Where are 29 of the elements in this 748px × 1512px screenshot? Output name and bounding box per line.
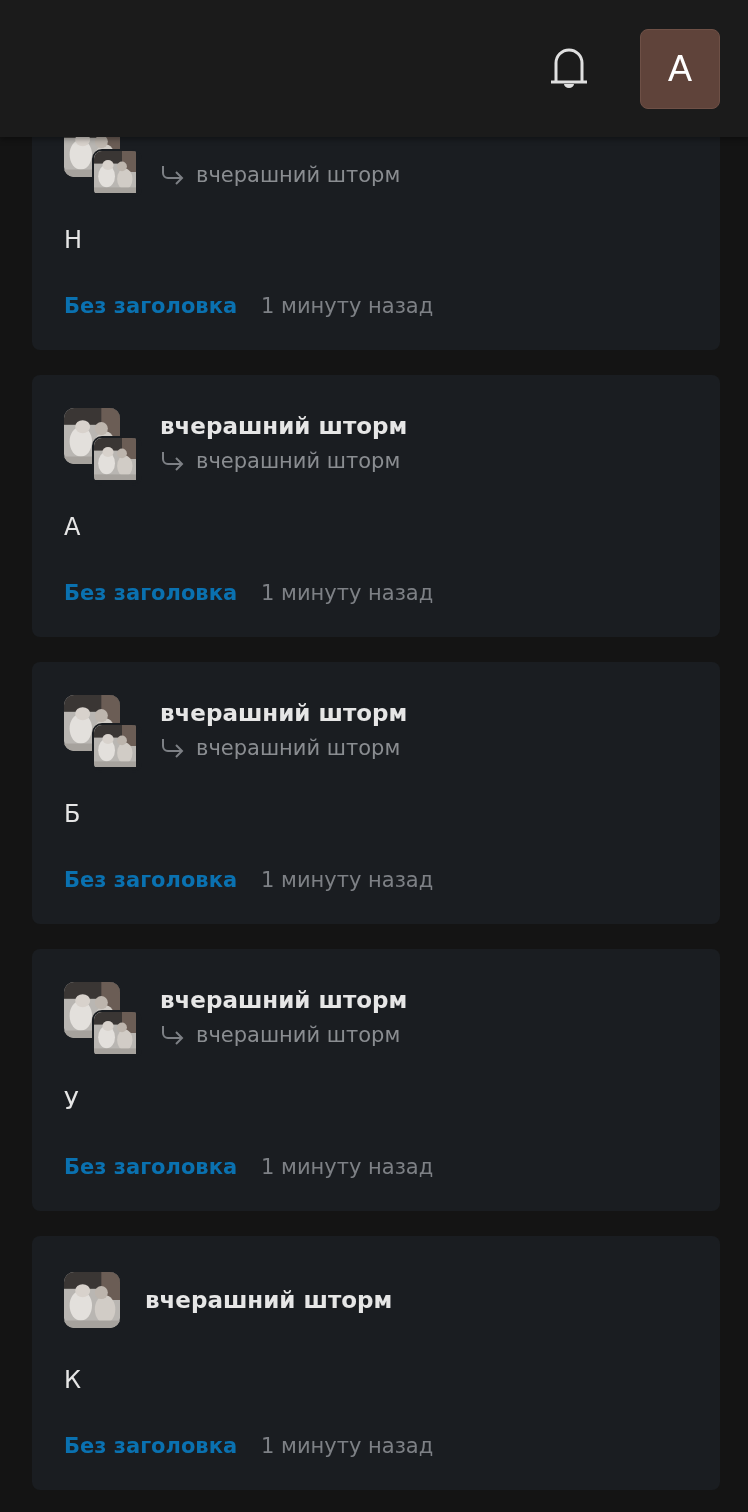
post-text: А [64, 513, 82, 541]
post-time: 1 минуту назад [261, 294, 434, 318]
author-name: вчерашний шторм [160, 413, 408, 439]
user-avatar[interactable]: A [640, 28, 720, 109]
post-text: Б [64, 800, 82, 828]
reply-arrow-icon [160, 738, 184, 758]
post-time: 1 минуту назад [261, 868, 434, 892]
post-time: 1 минуту назад [261, 581, 434, 605]
reply-to-name: вчерашний шторм [196, 449, 401, 473]
post-title-link[interactable]: Без заголовка [64, 1155, 238, 1179]
author-name: вчерашний шторм [160, 700, 408, 726]
reply-arrow-icon [160, 451, 184, 471]
author-name: вчерашний шторм [145, 1287, 393, 1313]
post-text: У [64, 1087, 80, 1115]
post-title-link[interactable]: Без заголовка [64, 294, 238, 318]
post-title-link[interactable]: Без заголовка [64, 581, 238, 605]
reply-arrow-icon [160, 164, 184, 185]
reply-to-name: вчерашний шторм [196, 736, 401, 760]
post-time: 1 минуту назад [261, 1155, 434, 1179]
post-text: К [64, 1366, 83, 1394]
author-name: вчерашний шторм [160, 987, 408, 1013]
post-time: 1 минуту назад [261, 1434, 434, 1458]
reply-arrow-icon [160, 1025, 184, 1045]
reply-to-name: вчерашний шторм [196, 162, 401, 187]
post-text: Н [64, 226, 84, 254]
post-title-link[interactable]: Без заголовка [64, 868, 238, 892]
notifications-bell-icon[interactable] [550, 46, 588, 91]
post-title-link[interactable]: Без заголовка [64, 1434, 238, 1458]
reply-to-name: вчерашний шторм [196, 1023, 401, 1047]
